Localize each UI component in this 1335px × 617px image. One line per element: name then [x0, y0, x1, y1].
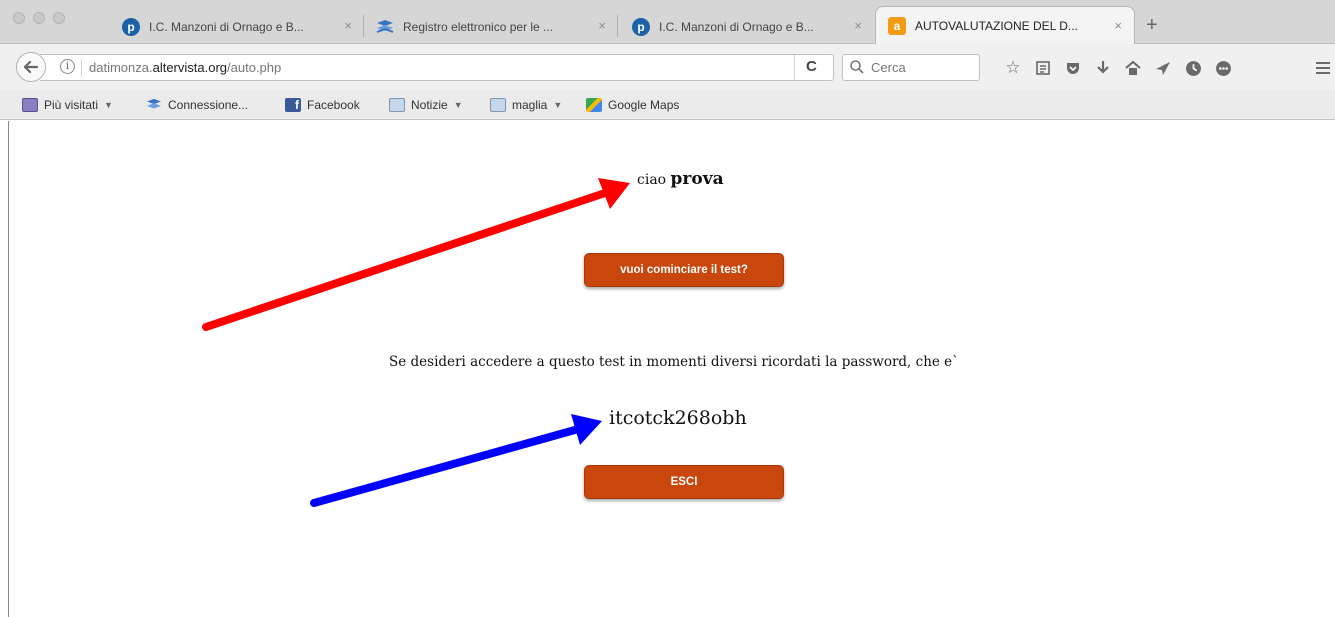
tab-close-icon[interactable]: × [598, 18, 606, 33]
start-test-button[interactable]: vuoi cominciare il test? [584, 253, 784, 287]
history-icon[interactable] [1183, 58, 1203, 78]
search-input[interactable] [871, 58, 971, 77]
exit-button[interactable]: ESCI [584, 465, 784, 499]
altervista-icon: a [888, 17, 906, 35]
page-content: ciao prova vuoi cominciare il test? Se d… [0, 121, 1335, 617]
reading-list-icon[interactable] [1033, 58, 1053, 78]
tab-active[interactable]: a AUTOVALUTAZIONE DEL D... × [875, 6, 1135, 45]
google-maps-icon [586, 98, 602, 112]
search-icon [850, 60, 864, 74]
registro-icon [146, 98, 162, 112]
password-message: Se desideri accedere a questo test in mo… [389, 354, 959, 370]
new-tab-button[interactable]: + [1146, 14, 1158, 37]
bookmark-connessione[interactable]: Connessione... [146, 96, 248, 114]
tab-3[interactable]: p I.C. Manzoni di Ornago e B... × [620, 9, 874, 44]
bookmark-maglia[interactable]: maglia ▼ [490, 96, 562, 114]
p-circle-icon: p [122, 17, 140, 36]
bookmark-piu-visitati[interactable]: Più visitati ▼ [22, 96, 113, 114]
username: prova [670, 169, 724, 189]
facebook-icon: f [285, 98, 301, 112]
bookmarks-toolbar: Più visitati ▼ Connessione... f Facebook … [0, 90, 1335, 120]
tab-strip: p I.C. Manzoni di Ornago e B... × Regist… [0, 0, 1335, 45]
tab-close-icon[interactable]: × [854, 18, 862, 33]
tab-title: Registro elettronico per le ... [403, 19, 554, 34]
site-info-icon[interactable]: i [60, 59, 75, 74]
address-url[interactable]: datimonza.altervista.org/auto.php [89, 60, 281, 75]
p-circle-icon: p [632, 17, 650, 36]
tab-close-icon[interactable]: × [1114, 18, 1122, 33]
bookmark-notizie[interactable]: Notizie ▼ [389, 96, 463, 114]
red-arrow-icon [202, 178, 630, 331]
address-bar[interactable]: i datimonza.altervista.org/auto.php C [40, 54, 834, 81]
back-button[interactable] [16, 52, 46, 82]
bookmark-facebook[interactable]: f Facebook [285, 96, 360, 114]
tab-title: I.C. Manzoni di Ornago e B... [659, 19, 814, 34]
window-close-icon[interactable] [13, 12, 25, 24]
bookmark-star-icon[interactable]: ☆ [1003, 58, 1023, 78]
download-icon[interactable] [1093, 58, 1113, 78]
folder-icon [490, 98, 506, 112]
search-box[interactable] [842, 54, 980, 81]
password-value: itcotck268obh [609, 407, 747, 429]
most-visited-icon [22, 98, 38, 112]
tab-2[interactable]: Registro elettronico per le ... × [364, 9, 618, 44]
bookmark-google-maps[interactable]: Google Maps [586, 96, 679, 114]
send-icon[interactable] [1153, 58, 1173, 78]
navigation-bar: i datimonza.altervista.org/auto.php C ☆ [0, 44, 1335, 90]
tab-title: I.C. Manzoni di Ornago e B... [149, 19, 304, 34]
registro-icon [376, 18, 394, 36]
menu-icon[interactable] [1313, 58, 1333, 78]
greeting: ciao prova [637, 169, 724, 189]
blue-arrow-icon [310, 414, 602, 507]
pocket-icon[interactable] [1063, 58, 1083, 78]
chat-icon[interactable] [1213, 58, 1233, 78]
window-zoom-icon[interactable] [53, 12, 65, 24]
window-minimize-icon[interactable] [33, 12, 45, 24]
back-arrow-icon [24, 61, 38, 73]
reload-icon[interactable]: C [806, 58, 817, 75]
home-icon[interactable] [1123, 58, 1143, 78]
tab-1[interactable]: p I.C. Manzoni di Ornago e B... × [110, 9, 364, 44]
tab-title: AUTOVALUTAZIONE DEL D... [915, 19, 1078, 33]
tab-close-icon[interactable]: × [344, 18, 352, 33]
folder-icon [389, 98, 405, 112]
